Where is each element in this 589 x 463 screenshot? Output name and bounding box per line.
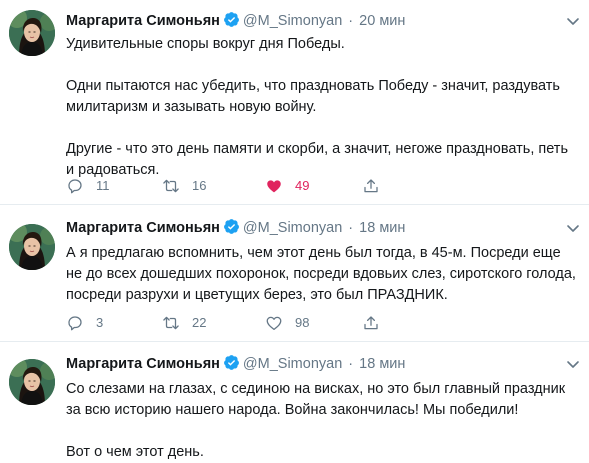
tweet-time[interactable]: 18 мин xyxy=(359,220,405,236)
retweet-button[interactable]: 22 xyxy=(162,313,206,333)
author-handle[interactable]: @M_Simonyan xyxy=(243,356,342,372)
verified-badge-icon xyxy=(223,354,240,371)
reply-button[interactable]: 11 xyxy=(66,176,110,196)
tweet-header: Маргарита Симоньян @M_Simonyan · 18 мин xyxy=(66,354,405,374)
tweet-1[interactable]: Маргарита Симоньян @M_Simonyan · 20 мин У… xyxy=(0,0,589,205)
like-count: 49 xyxy=(295,178,310,193)
avatar[interactable] xyxy=(9,359,55,405)
author-handle[interactable]: @M_Simonyan xyxy=(243,13,342,29)
verified-badge-icon xyxy=(223,218,240,235)
tweet-paragraph: А я предлагаю вспомнить, чем этот день б… xyxy=(66,245,576,303)
share-button[interactable] xyxy=(362,313,380,333)
verified-badge-icon xyxy=(223,11,240,28)
reply-bubble-icon xyxy=(66,314,84,332)
heart-icon xyxy=(265,177,283,195)
retweet-count: 22 xyxy=(192,315,207,330)
retweet-count: 16 xyxy=(192,178,207,193)
tweet-3[interactable]: Маргарита Симоньян @M_Simonyan · 18 мин С… xyxy=(0,342,589,463)
like-button[interactable]: 49 xyxy=(265,176,309,196)
tweet-paragraph: Со слезами на глазах, с сединою на виска… xyxy=(66,381,566,418)
retweet-button[interactable]: 16 xyxy=(162,176,206,196)
tweet-text: Удивительные споры вокруг дня Победы. Од… xyxy=(66,34,576,181)
reply-bubble-icon xyxy=(66,177,84,195)
reply-count: 3 xyxy=(96,315,104,330)
tweet-2[interactable]: Маргарита Симоньян @M_Simonyan · 18 мин А… xyxy=(0,205,589,342)
tweet-time[interactable]: 20 мин xyxy=(359,13,405,29)
separator-dot: · xyxy=(344,356,358,372)
author-name[interactable]: Маргарита Симоньян xyxy=(66,220,220,236)
chevron-down-icon[interactable] xyxy=(565,220,581,236)
reply-count: 11 xyxy=(96,178,110,193)
tweet-text: Со слезами на глазах, с сединою на виска… xyxy=(66,379,576,463)
heart-icon xyxy=(265,314,283,332)
chevron-down-icon[interactable] xyxy=(565,356,581,372)
tweet-header: Маргарита Симоньян @M_Simonyan · 18 мин xyxy=(66,218,405,238)
tweet-actions: 3 22 98 xyxy=(66,313,506,333)
author-name[interactable]: Маргарита Симоньян xyxy=(66,356,220,372)
separator-dot: · xyxy=(344,220,358,236)
like-button[interactable]: 98 xyxy=(265,313,309,333)
retweet-icon xyxy=(162,314,180,332)
tweet-actions: 11 16 49 xyxy=(66,176,506,196)
avatar-photo xyxy=(9,224,55,270)
share-upload-icon xyxy=(362,314,380,332)
avatar-photo xyxy=(9,359,55,405)
tweet-header: Маргарита Симоньян @M_Simonyan · 20 мин xyxy=(66,11,405,31)
tweet-paragraph: Вот о чем этот день. xyxy=(66,444,204,460)
avatar[interactable] xyxy=(9,10,55,56)
tweet-paragraph: Другие - что это день памяти и скорби, а… xyxy=(66,141,569,178)
retweet-icon xyxy=(162,177,180,195)
author-handle[interactable]: @M_Simonyan xyxy=(243,220,342,236)
separator-dot: · xyxy=(344,13,358,29)
tweet-paragraph: Удивительные споры вокруг дня Победы. xyxy=(66,36,345,52)
tweet-paragraph: Одни пытаются нас убедить, что празднова… xyxy=(66,78,560,115)
avatar[interactable] xyxy=(9,224,55,270)
like-count: 98 xyxy=(295,315,310,330)
reply-button[interactable]: 3 xyxy=(66,313,103,333)
author-name[interactable]: Маргарита Симоньян xyxy=(66,13,220,29)
chevron-down-icon[interactable] xyxy=(565,13,581,29)
share-upload-icon xyxy=(362,177,380,195)
avatar-photo xyxy=(9,10,55,56)
tweet-time[interactable]: 18 мин xyxy=(359,356,405,372)
share-button[interactable] xyxy=(362,176,380,196)
tweet-text: А я предлагаю вспомнить, чем этот день б… xyxy=(66,243,576,306)
